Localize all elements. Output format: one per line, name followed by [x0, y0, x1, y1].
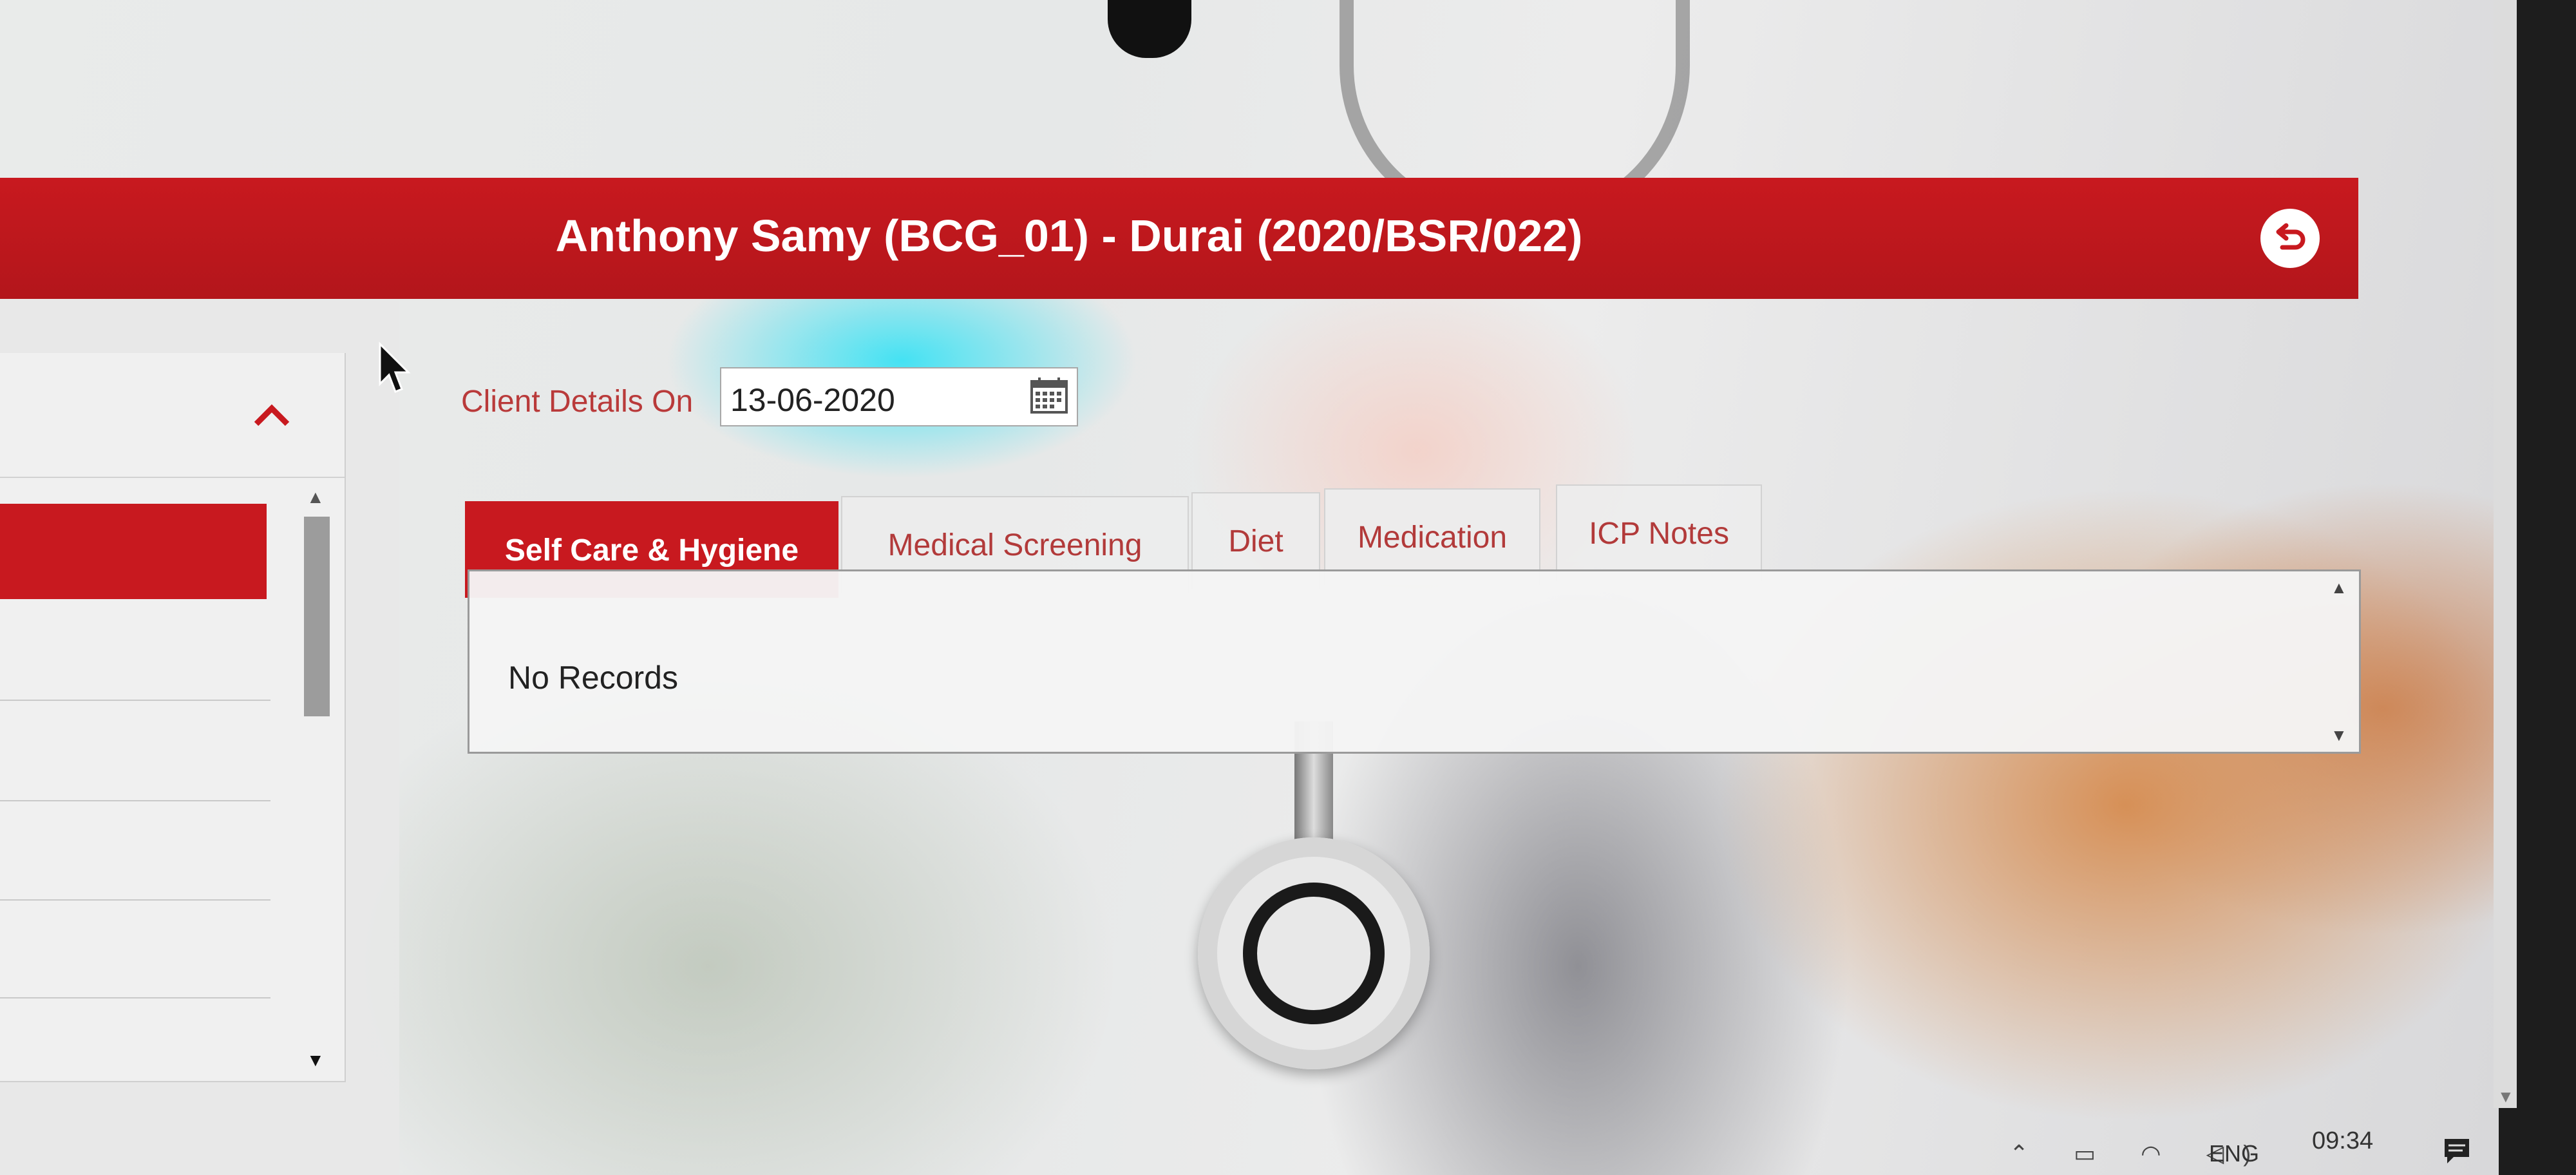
scroll-thumb[interactable]	[304, 517, 330, 716]
page-title: Anthony Samy (BCG_01) - Durai (2020/BSR/…	[555, 211, 1583, 261]
notification-icon[interactable]	[2441, 1135, 2473, 1167]
system-tray: ⌃ ▭ ◠ ◁) ENG 09:34	[1996, 1127, 2486, 1175]
empty-state-text: No Records	[508, 660, 678, 696]
client-header: Anthony Samy (BCG_01) - Durai (2020/BSR/…	[0, 178, 2358, 299]
background-detail	[1198, 837, 1430, 1069]
calendar-icon[interactable]	[1029, 376, 1069, 416]
scroll-up-icon[interactable]: ▲	[2331, 578, 2347, 598]
records-scrollbar[interactable]: ▲ ▼	[2327, 578, 2353, 745]
mouse-cursor-icon	[379, 341, 411, 393]
list-divider	[0, 899, 270, 901]
scroll-down-icon[interactable]: ▼	[307, 1050, 325, 1071]
clock[interactable]: 09:34	[2312, 1127, 2373, 1155]
date-input[interactable]: 13-06-2020	[720, 367, 1078, 426]
list-divider	[0, 997, 270, 998]
page-scrollbar[interactable]: ▼	[2494, 0, 2517, 1108]
date-value[interactable]: 13-06-2020	[730, 381, 895, 419]
tab-icp-notes[interactable]: ICP Notes	[1556, 484, 1762, 581]
list-divider	[0, 800, 270, 801]
collapse-button[interactable]	[252, 401, 291, 429]
language-indicator[interactable]: ENG	[2209, 1140, 2259, 1167]
back-button[interactable]	[2260, 209, 2320, 268]
records-panel: No Records ▲ ▼	[468, 569, 2361, 754]
back-arrow-icon	[2276, 223, 2306, 250]
sidebar-scrollbar[interactable]: ▲ ▼	[298, 481, 336, 1080]
scroll-down-icon[interactable]: ▼	[2331, 725, 2347, 745]
sidebar-item-selected[interactable]	[0, 504, 267, 599]
chevron-up-icon	[254, 404, 290, 426]
scroll-down-icon[interactable]: ▼	[2497, 1087, 2514, 1107]
scroll-up-icon[interactable]: ▲	[307, 487, 325, 508]
list-divider	[0, 700, 270, 701]
date-label: Client Details On	[461, 385, 694, 419]
